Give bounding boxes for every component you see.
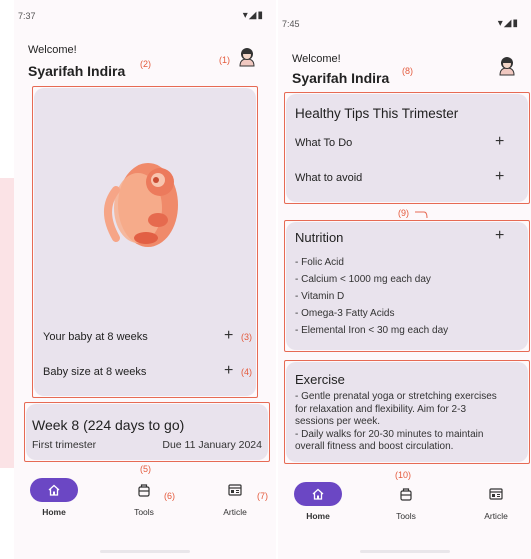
annotation-5: (5) <box>140 464 151 474</box>
nav-tools[interactable]: Tools <box>376 482 436 521</box>
list-item: - Omega-3 Fatty Acids <box>295 308 395 319</box>
list-item: - Elemental Iron < 30 mg each day <box>295 325 449 336</box>
expand-plus-icon[interactable]: + <box>224 363 233 379</box>
expand-plus-icon[interactable]: + <box>495 228 504 244</box>
status-time: 7:45 <box>282 19 300 29</box>
nav-tools-label: Tools <box>396 511 416 521</box>
user-name: Syarifah Indira <box>292 70 390 86</box>
tips-title: Healthy Tips This Trimester <box>295 106 459 121</box>
expand-plus-icon[interactable]: + <box>495 169 504 185</box>
list-item: - Calcium < 1000 mg each day <box>295 274 431 285</box>
phone-screen-tips: 7:45 ▾◢▮ Welcome! Syarifah Indira (8) He… <box>278 0 531 559</box>
home-icon <box>312 488 324 500</box>
list-item: - Vitamin D <box>295 291 345 302</box>
nav-home-label: Home <box>42 507 66 517</box>
nav-home-label: Home <box>306 511 330 521</box>
annotation-3: (3) <box>241 332 252 342</box>
expand-plus-icon[interactable]: + <box>495 134 504 150</box>
nav-home-pill[interactable] <box>294 482 342 506</box>
annotation-connector <box>415 211 428 219</box>
gesture-bar <box>359 550 450 553</box>
nutrition-title: Nutrition <box>295 230 344 245</box>
bottom-nav: Home Tools Article <box>278 482 531 532</box>
exercise-line: overall fitness and boost circulation. <box>295 441 454 452</box>
annotation-4: (4) <box>241 367 252 377</box>
expand-plus-icon[interactable]: + <box>224 328 233 344</box>
exercise-text: - Gentle prenatal yoga or stretching exe… <box>295 391 497 454</box>
status-bar: 7:37 ▾◢▮ <box>14 10 276 23</box>
fetus-row-label: Your baby at 8 weeks <box>43 331 148 343</box>
annotation-2: (2) <box>140 59 151 69</box>
fetus-illustration <box>104 163 178 247</box>
side-strip <box>0 178 14 468</box>
list-item: - Folic Acid <box>295 257 344 268</box>
annotation-1: (1) <box>219 55 230 65</box>
exercise-line: - Gentle prenatal yoga or stretching exe… <box>295 391 497 402</box>
article-icon <box>228 484 242 496</box>
annotation-8: (8) <box>402 66 413 76</box>
nav-article-label: Article <box>223 507 247 517</box>
avatar-icon[interactable] <box>496 55 518 77</box>
exercise-title: Exercise <box>295 372 345 387</box>
nav-article[interactable]: Article <box>466 482 526 521</box>
annotation-7: (7) <box>257 491 268 501</box>
annotation-9: (9) <box>398 208 409 218</box>
home-icon <box>48 484 60 496</box>
welcome-text: Welcome! <box>28 44 77 56</box>
nav-article[interactable]: Article <box>205 478 265 517</box>
what-to-avoid-row[interactable]: What to avoid <box>295 172 362 184</box>
status-time: 7:37 <box>18 11 36 21</box>
baby-size-row-label: Baby size at 8 weeks <box>43 366 147 378</box>
nav-tools-label: Tools <box>134 507 154 517</box>
trimester-label: First trimester <box>32 439 97 451</box>
system-icons: ▾◢▮ <box>242 10 264 21</box>
tools-icon <box>400 488 412 501</box>
nav-home[interactable]: Home <box>288 482 348 521</box>
article-icon <box>489 488 503 500</box>
gesture-bar <box>100 550 190 553</box>
nav-home[interactable]: Home <box>24 478 84 517</box>
annotation-10: (10) <box>395 470 412 480</box>
what-to-do-row[interactable]: What To Do <box>295 137 352 149</box>
nav-home-pill[interactable] <box>30 478 78 502</box>
welcome-text: Welcome! <box>292 53 341 65</box>
tools-icon <box>138 484 150 497</box>
due-date: Due 11 January 2024 <box>162 439 262 451</box>
bottom-nav: Home Tools (6) Article (7) <box>14 478 276 528</box>
nutrition-list: - Folic Acid - Calcium < 1000 mg each da… <box>295 254 448 339</box>
user-name: Syarifah Indira <box>28 63 126 79</box>
nav-article-label: Article <box>484 511 508 521</box>
system-icons: ▾◢▮ <box>497 18 519 29</box>
phone-screen-home: 7:37 ▾◢▮ Welcome! Syarifah Indira (1) (2… <box>14 0 276 559</box>
week-title: Week 8 (224 days to go) <box>32 417 185 433</box>
exercise-line: - Daily walks for 20-30 minutes to maint… <box>295 428 484 440</box>
status-bar: 7:45 ▾◢▮ <box>278 18 531 31</box>
exercise-line: sessions per week. <box>295 416 381 427</box>
exercise-line: for relaxation and flexibility. Aim for … <box>295 403 467 415</box>
annotation-6: (6) <box>164 491 175 501</box>
avatar-icon[interactable] <box>236 46 258 68</box>
